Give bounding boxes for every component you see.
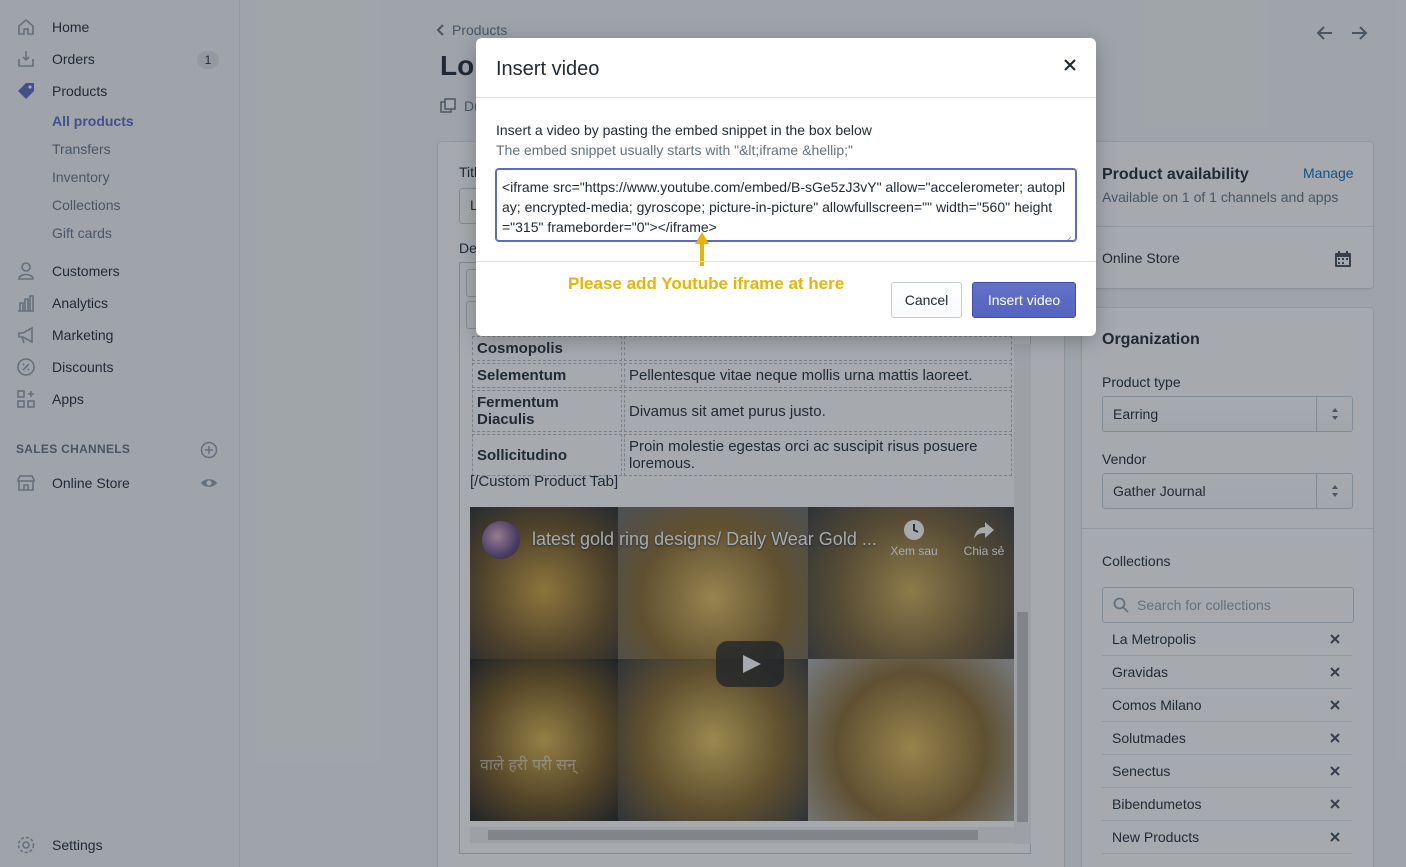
close-icon[interactable] [1060, 55, 1080, 75]
modal-header: Insert video [476, 38, 1096, 98]
modal-title: Insert video [496, 58, 600, 80]
cancel-button[interactable]: Cancel [891, 282, 962, 318]
insert-video-button[interactable]: Insert video [972, 282, 1076, 318]
modal-hint: Insert a video by pasting the embed snip… [496, 122, 872, 138]
embed-snippet-textarea[interactable]: <iframe src="https://www.youtube.com/emb… [496, 169, 1076, 241]
modal-hint-sub: The embed snippet usually starts with "&… [496, 142, 853, 158]
resize-handle-icon[interactable] [1064, 229, 1072, 240]
annotation-text: Please add Youtube iframe at here [568, 274, 845, 293]
embed-snippet-text: <iframe src="https://www.youtube.com/emb… [502, 179, 1066, 235]
modal-footer-divider [476, 261, 1096, 262]
insert-video-modal: Insert video Insert a video by pasting t… [476, 38, 1096, 336]
arrow-up-icon [692, 228, 712, 268]
